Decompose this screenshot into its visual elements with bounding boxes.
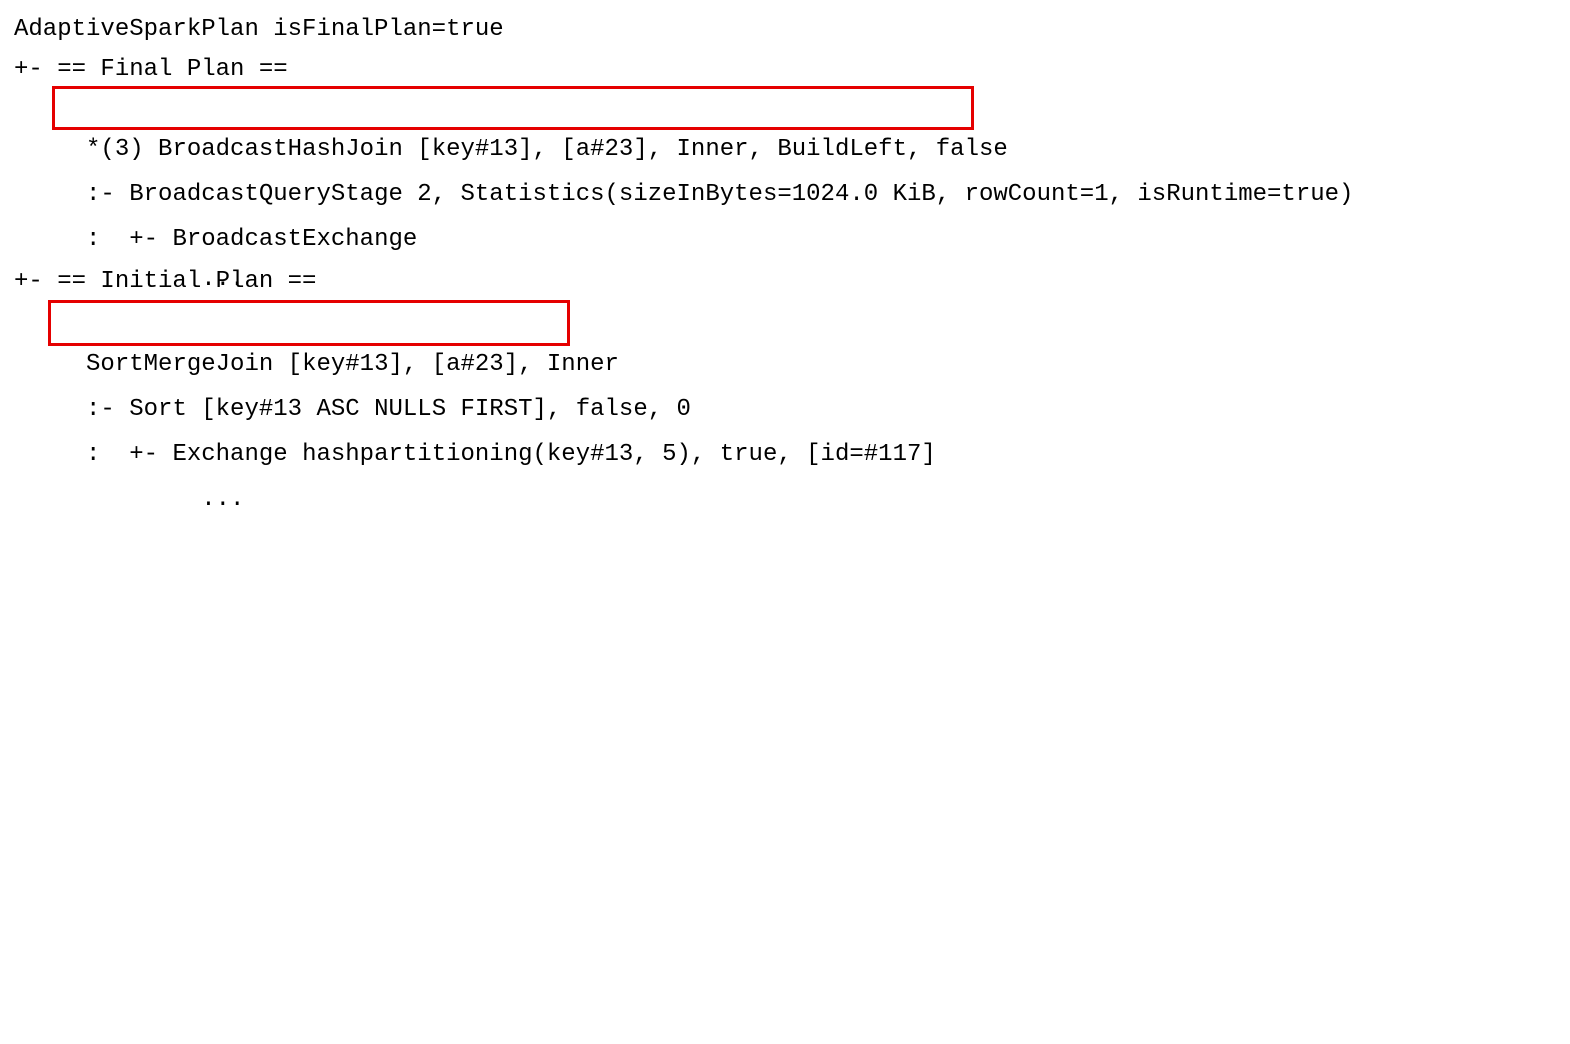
plan-line-initial-plan: +- == Initial Plan == <box>14 262 316 302</box>
plan-line-final-plan: +- == Final Plan == <box>14 50 288 90</box>
plan-text: ... <box>86 486 244 513</box>
plan-line-header: AdaptiveSparkPlan isFinalPlan=true <box>14 10 504 50</box>
plan-line-ellipsis-2: ... <box>14 440 244 520</box>
tree-prefix <box>43 486 86 513</box>
